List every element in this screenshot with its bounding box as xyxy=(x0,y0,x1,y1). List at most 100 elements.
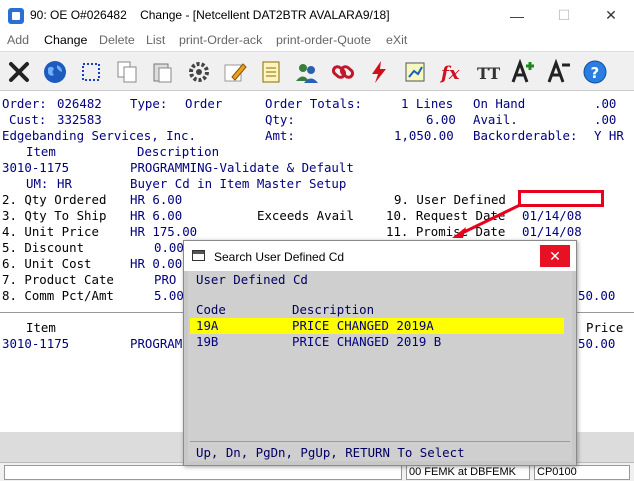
qty-to-ship-value[interactable]: HR 6.00 xyxy=(130,208,182,224)
customer-name: Edgebanding Services, Inc. xyxy=(2,128,196,143)
dialog-close-button[interactable]: ✕ xyxy=(540,245,570,267)
globe-icon[interactable] xyxy=(38,56,72,88)
unit-cost-value[interactable]: HR 0.00 xyxy=(130,256,182,272)
status-user: 00 FEMK at DBFEMK xyxy=(406,465,530,480)
status-company: CP0100 xyxy=(534,465,630,480)
svg-text:?: ? xyxy=(591,64,600,82)
dialog-body: User Defined Cd Code Description 19A PRI… xyxy=(188,271,572,461)
order-label: Order: xyxy=(2,96,47,111)
cust-number: 332583 xyxy=(57,112,102,127)
window-title: 90: OE O#026482 Change - [Netcellent DAT… xyxy=(30,8,390,22)
minimize-button[interactable]: — xyxy=(494,0,540,31)
menu-exit[interactable]: eXit xyxy=(386,33,407,47)
status-message xyxy=(4,465,402,480)
qty-label: Qty: xyxy=(265,112,295,127)
promise-date-value[interactable]: 01/14/08 xyxy=(522,224,582,240)
qty-to-ship-label: 3. Qty To Ship xyxy=(2,208,107,223)
lightning-icon[interactable] xyxy=(362,56,396,88)
menu-print-order-ack[interactable]: print-Order-ack xyxy=(179,33,262,47)
list-item-description[interactable]: PRICE CHANGED 2019 B xyxy=(292,334,441,350)
svg-text:fx: fx xyxy=(439,63,460,84)
grid-row-description: PROGRAM xyxy=(130,336,183,351)
discount-value[interactable]: 0.00 xyxy=(154,240,184,256)
grid-price-header: Price xyxy=(586,320,624,335)
select-rectangle-icon[interactable] xyxy=(74,56,108,88)
um-description: Buyer Cd in Item Master Setup xyxy=(130,176,347,191)
amt-value: 1,050.00 xyxy=(394,128,454,143)
line-amount-value: 50.00 xyxy=(578,288,616,303)
product-category-label: 7. Product Cate xyxy=(2,272,114,287)
product-category-value[interactable]: PRO xyxy=(154,272,176,288)
paste-icon[interactable] xyxy=(146,56,180,88)
function-fx-icon[interactable]: fx xyxy=(434,56,468,88)
order-number: 026482 xyxy=(57,96,102,111)
comm-pct-label: 8. Comm Pct/Amt xyxy=(2,288,114,303)
menu-change[interactable]: Change xyxy=(44,33,87,47)
qty-ordered-value[interactable]: HR 6.00 xyxy=(130,192,182,208)
on-hand-value: .00 xyxy=(594,96,617,111)
help-icon[interactable]: ? xyxy=(578,56,612,88)
menu-list[interactable]: List xyxy=(146,33,165,47)
description-column-header: Description xyxy=(292,302,375,317)
cust-label: Cust: xyxy=(9,112,47,127)
search-dialog: Search User Defined Cd ✕ User Defined Cd… xyxy=(183,240,577,466)
list-item-description[interactable]: PRICE CHANGED 2019A xyxy=(292,318,434,334)
amt-label: Amt: xyxy=(265,128,295,143)
menu-bar: Add Change Delete List print-Order-ack p… xyxy=(0,31,634,51)
menu-add[interactable]: Add xyxy=(7,33,29,47)
copy-icon[interactable] xyxy=(110,56,144,88)
font-decrease-icon[interactable] xyxy=(542,56,576,88)
link-chain-icon[interactable] xyxy=(326,56,360,88)
unit-price-value[interactable]: HR 175.00 xyxy=(130,224,197,240)
item-number[interactable]: 3010-1175 xyxy=(2,160,69,176)
user-defined-input[interactable] xyxy=(518,190,604,207)
lines-value: 1 Lines xyxy=(401,96,454,111)
comm-pct-value[interactable]: 5.00 xyxy=(154,288,184,304)
grid-row-price: 50.00 xyxy=(578,336,616,351)
close-button[interactable]: ✕ xyxy=(588,0,634,31)
menu-delete[interactable]: Delete xyxy=(99,33,135,47)
font-increase-icon[interactable] xyxy=(506,56,540,88)
discount-label: 5. Discount xyxy=(2,240,85,255)
dialog-title-bar[interactable]: Search User Defined Cd ✕ xyxy=(184,241,576,271)
dialog-separator xyxy=(190,441,570,442)
backorderable-label: Backorderable: xyxy=(473,128,578,143)
item-header: Item xyxy=(26,144,56,159)
exceeds-avail-warning: Exceeds Avail xyxy=(257,208,354,223)
maximize-button[interactable]: ☐ xyxy=(541,0,587,31)
item-description: PROGRAMMING-Validate & Default xyxy=(130,160,354,175)
list-item-code[interactable]: 19B xyxy=(196,334,218,350)
calculator-chart-icon[interactable] xyxy=(398,56,432,88)
edit-pencil-icon[interactable] xyxy=(218,56,252,88)
dialog-footer-hint: Up, Dn, PgDn, PgUp, RETURN To Select xyxy=(196,445,465,460)
app-icon xyxy=(8,8,24,24)
title-bar: 90: OE O#026482 Change - [Netcellent DAT… xyxy=(0,0,634,31)
type-value: Order xyxy=(185,96,223,111)
unit-cost-label: 6. Unit Cost xyxy=(2,256,92,271)
qty-value: 6.00 xyxy=(426,112,456,127)
notepad-icon[interactable] xyxy=(254,56,288,88)
on-hand-label: On Hand xyxy=(473,96,526,111)
unit-price-label: 4. Unit Price xyxy=(2,224,99,239)
font-tt-icon[interactable]: TT xyxy=(470,56,504,88)
dialog-heading: User Defined Cd xyxy=(196,272,308,287)
order-totals-label: Order Totals: xyxy=(265,96,362,111)
request-date-label: 10. Request Date xyxy=(386,208,506,223)
type-label: Type: xyxy=(130,96,168,111)
dialog-title: Search User Defined Cd xyxy=(214,250,345,264)
settings-gear-icon[interactable] xyxy=(182,56,216,88)
users-icon[interactable] xyxy=(290,56,324,88)
grid-item-header: Item xyxy=(26,320,56,335)
qty-ordered-label: 2. Qty Ordered xyxy=(2,192,107,207)
list-item-code[interactable]: 19A xyxy=(196,318,218,334)
request-date-value[interactable]: 01/14/08 xyxy=(522,208,582,224)
grid-row-item[interactable]: 3010-1175 xyxy=(2,336,69,352)
close-x-icon[interactable] xyxy=(2,56,36,88)
backorderable-value: Y HR xyxy=(594,128,624,143)
avail-value: .00 xyxy=(594,112,617,127)
um-value: HR xyxy=(57,176,72,191)
user-defined-label: 9. User Defined xyxy=(394,192,506,207)
promise-date-label: 11. Promise Date xyxy=(386,224,506,239)
toolbar: fx TT ? xyxy=(0,51,634,91)
menu-print-order-quote[interactable]: print-order-Quote xyxy=(276,33,371,47)
